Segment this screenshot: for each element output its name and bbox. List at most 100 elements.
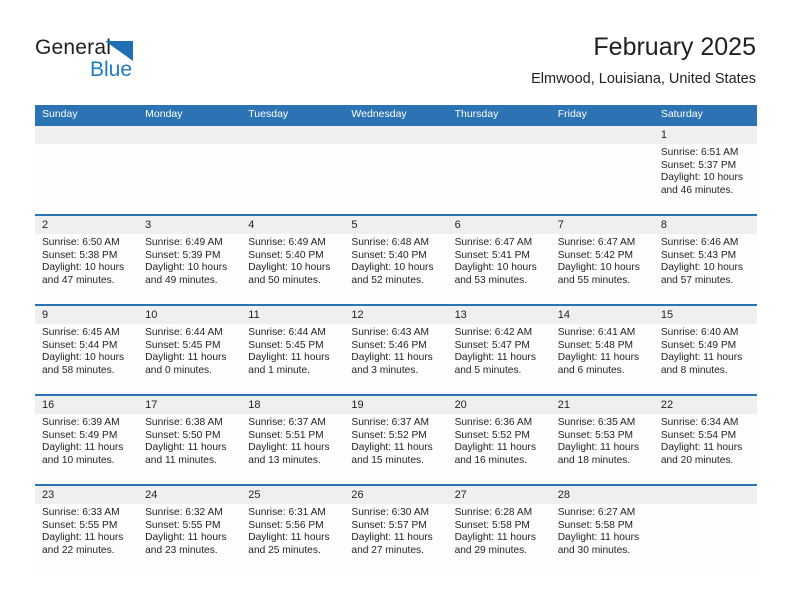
- weekday-header-friday: Friday: [557, 108, 587, 120]
- general-blue-logo: General Blue: [35, 36, 185, 86]
- calendar-day-cell[interactable]: 11 Sunrise: 6:44 AM Sunset: 5:45 PM Dayligh…: [241, 306, 345, 394]
- sunset-text: Sunset: 5:54 PM: [660, 429, 737, 441]
- day-number: 8: [653, 216, 757, 234]
- sunset-text: Sunset: 5:40 PM: [351, 249, 427, 261]
- daylight-text: Daylight: 11 hours and 3 minutes.: [351, 352, 433, 376]
- calendar-day-cell[interactable]: 17 Sunrise: 6:38 AM Sunset: 5:50 PM Dayligh…: [138, 396, 242, 484]
- sunrise-text: Sunrise: 6:49 AM: [248, 237, 326, 248]
- calendar-day-cell[interactable]: 19 Sunrise: 6:37 AM Sunset: 5:52 PM Dayligh…: [344, 396, 448, 484]
- day-sun-info: Sunrise: 6:40 AM Sunset: 5:49 PM Daylight:…: [654, 324, 757, 377]
- calendar-day-cell[interactable]: 24 Sunrise: 6:32 AM Sunset: 5:55 PM Dayligh…: [138, 486, 242, 574]
- calendar-day-cell[interactable]: 25 Sunrise: 6:31 AM Sunset: 5:56 PM Dayligh…: [241, 486, 345, 574]
- calendar-day-cell[interactable]: 28 Sunrise: 6:27 AM Sunset: 5:58 PM Dayligh…: [550, 486, 654, 574]
- sunrise-text: Sunrise: 6:50 AM: [42, 237, 120, 248]
- sunset-text: Sunset: 5:43 PM: [660, 249, 737, 261]
- daylight-text: Daylight: 10 hours and 57 minutes.: [660, 262, 743, 286]
- calendar-day-cell[interactable]: 4 Sunrise: 6:49 AM Sunset: 5:40 PM Daylight…: [241, 216, 345, 304]
- calendar-day-cell[interactable]: 26 Sunrise: 6:30 AM Sunset: 5:57 PM Dayligh…: [344, 486, 448, 574]
- sunrise-text: Sunrise: 6:30 AM: [351, 507, 430, 518]
- calendar-day-cell[interactable]: 13 Sunrise: 6:42 AM Sunset: 5:47 PM Dayligh…: [447, 306, 551, 394]
- sunrise-text: Sunrise: 6:47 AM: [557, 237, 636, 248]
- day-sun-info: Sunrise: 6:44 AM Sunset: 5:45 PM Daylight:…: [138, 324, 241, 377]
- daylight-text: Daylight: 10 hours and 53 minutes.: [454, 262, 537, 286]
- day-number: 2: [35, 216, 139, 234]
- daylight-text: Daylight: 10 hours and 46 minutes.: [660, 172, 743, 196]
- weekday-header-row: Sunday Monday Tuesday Wednesday Thursday Frid…: [35, 105, 757, 124]
- logo-text-general: General: [35, 36, 112, 59]
- calendar-day-cell[interactable]: 23 Sunrise: 6:33 AM Sunset: 5:55 PM Dayligh…: [35, 486, 139, 574]
- sunrise-text: Sunrise: 6:28 AM: [454, 507, 533, 518]
- day-sun-info: Sunrise: 6:31 AM Sunset: 5:56 PM Daylight:…: [241, 504, 344, 557]
- calendar-day-cell[interactable]: 5 Sunrise: 6:48 AM Sunset: 5:40 PM Daylight…: [344, 216, 448, 304]
- calendar-day-cell[interactable]: 2 Sunrise: 6:50 AM Sunset: 5:38 PM Daylight…: [35, 216, 139, 304]
- day-number: 20: [447, 396, 551, 414]
- day-number: 13: [447, 306, 551, 324]
- calendar-day-cell[interactable]: 16 Sunrise: 6:39 AM Sunset: 5:49 PM Dayligh…: [35, 396, 139, 484]
- day-number: [447, 126, 551, 144]
- sunset-text: Sunset: 5:40 PM: [248, 249, 324, 261]
- calendar-day-cell[interactable]: 9 Sunrise: 6:45 AM Sunset: 5:44 PM Daylight…: [35, 306, 139, 394]
- calendar-week-row: 23 Sunrise: 6:33 AM Sunset: 5:55 PM Dayligh…: [35, 484, 757, 574]
- day-sun-info: Sunrise: 6:34 AM Sunset: 5:54 PM Daylight:…: [654, 414, 757, 467]
- calendar-day-cell[interactable]: 20 Sunrise: 6:36 AM Sunset: 5:52 PM Dayligh…: [447, 396, 551, 484]
- weekday-header-wednesday: Wednesday: [351, 108, 407, 120]
- calendar-day-cell[interactable]: 21 Sunrise: 6:35 AM Sunset: 5:53 PM Dayligh…: [550, 396, 654, 484]
- daylight-text: Daylight: 11 hours and 29 minutes.: [454, 532, 536, 556]
- calendar-day-cell-empty: [344, 126, 448, 214]
- day-number: 24: [138, 486, 242, 504]
- page-title: February 2025: [593, 33, 756, 61]
- calendar-day-cell[interactable]: 3 Sunrise: 6:49 AM Sunset: 5:39 PM Daylight…: [138, 216, 242, 304]
- sunrise-text: Sunrise: 6:49 AM: [145, 237, 223, 248]
- calendar-day-cell[interactable]: 6 Sunrise: 6:47 AM Sunset: 5:41 PM Daylight…: [447, 216, 551, 304]
- page-header: General Blue February 2025 Elmwood, Loui…: [0, 0, 792, 104]
- daylight-text: Daylight: 11 hours and 6 minutes.: [557, 352, 640, 376]
- sunset-text: Sunset: 5:49 PM: [42, 429, 118, 441]
- daylight-text: Daylight: 10 hours and 47 minutes.: [42, 262, 125, 286]
- daylight-text: Daylight: 10 hours and 55 minutes.: [557, 262, 640, 286]
- daylight-text: Daylight: 11 hours and 23 minutes.: [145, 532, 227, 556]
- calendar-day-cell[interactable]: 7 Sunrise: 6:47 AM Sunset: 5:42 PM Daylight…: [550, 216, 654, 304]
- sunrise-text: Sunrise: 6:39 AM: [42, 417, 120, 428]
- day-sun-info: Sunrise: 6:39 AM Sunset: 5:49 PM Daylight:…: [35, 414, 138, 467]
- day-number: 19: [344, 396, 448, 414]
- calendar-day-cell-empty: [241, 126, 345, 214]
- weekday-header-monday: Monday: [145, 108, 183, 120]
- day-number: 9: [35, 306, 139, 324]
- day-number: [653, 486, 757, 504]
- day-sun-info: Sunrise: 6:47 AM Sunset: 5:42 PM Daylight:…: [551, 234, 654, 287]
- day-number: 18: [241, 396, 345, 414]
- day-sun-info: Sunrise: 6:51 AM Sunset: 5:37 PM Daylight:…: [654, 144, 757, 197]
- calendar-day-cell[interactable]: 12 Sunrise: 6:43 AM Sunset: 5:46 PM Dayligh…: [344, 306, 448, 394]
- day-sun-info: Sunrise: 6:43 AM Sunset: 5:46 PM Daylight:…: [344, 324, 447, 377]
- calendar-grid: Sunday Monday Tuesday Wednesday Thursday Frid…: [35, 105, 757, 574]
- day-number: [35, 126, 139, 144]
- sunset-text: Sunset: 5:38 PM: [42, 249, 118, 261]
- day-number: 17: [138, 396, 242, 414]
- daylight-text: Daylight: 11 hours and 20 minutes.: [660, 442, 743, 466]
- calendar-day-cell[interactable]: 8 Sunrise: 6:46 AM Sunset: 5:43 PM Daylight…: [653, 216, 757, 304]
- calendar-day-cell-empty: [447, 126, 551, 214]
- sunrise-text: Sunrise: 6:41 AM: [557, 327, 636, 338]
- calendar-week-row: 16 Sunrise: 6:39 AM Sunset: 5:49 PM Dayligh…: [35, 394, 757, 484]
- calendar-day-cell[interactable]: 22 Sunrise: 6:34 AM Sunset: 5:54 PM Dayligh…: [653, 396, 757, 484]
- day-number: [550, 126, 654, 144]
- sunrise-text: Sunrise: 6:47 AM: [454, 237, 533, 248]
- calendar-day-cell[interactable]: 1 Sunrise: 6:51 AM Sunset: 5:37 PM Daylight…: [653, 126, 757, 214]
- daylight-text: Daylight: 11 hours and 30 minutes.: [557, 532, 640, 556]
- calendar-day-cell[interactable]: 18 Sunrise: 6:37 AM Sunset: 5:51 PM Dayligh…: [241, 396, 345, 484]
- calendar-day-cell[interactable]: 10 Sunrise: 6:44 AM Sunset: 5:45 PM Dayligh…: [138, 306, 242, 394]
- daylight-text: Daylight: 11 hours and 16 minutes.: [454, 442, 536, 466]
- day-sun-info: Sunrise: 6:44 AM Sunset: 5:45 PM Daylight:…: [241, 324, 344, 377]
- day-number: 14: [550, 306, 654, 324]
- sunrise-text: Sunrise: 6:38 AM: [145, 417, 223, 428]
- sunrise-text: Sunrise: 6:37 AM: [248, 417, 326, 428]
- daylight-text: Daylight: 11 hours and 11 minutes.: [145, 442, 227, 466]
- sunrise-text: Sunrise: 6:36 AM: [454, 417, 533, 428]
- sunset-text: Sunset: 5:49 PM: [660, 339, 737, 351]
- day-number: 25: [241, 486, 345, 504]
- calendar-day-cell[interactable]: 14 Sunrise: 6:41 AM Sunset: 5:48 PM Dayligh…: [550, 306, 654, 394]
- sunrise-text: Sunrise: 6:27 AM: [557, 507, 636, 518]
- weekday-header-saturday: Saturday: [660, 108, 703, 120]
- calendar-day-cell[interactable]: 27 Sunrise: 6:28 AM Sunset: 5:58 PM Dayligh…: [447, 486, 551, 574]
- calendar-day-cell[interactable]: 15 Sunrise: 6:40 AM Sunset: 5:49 PM Dayligh…: [653, 306, 757, 394]
